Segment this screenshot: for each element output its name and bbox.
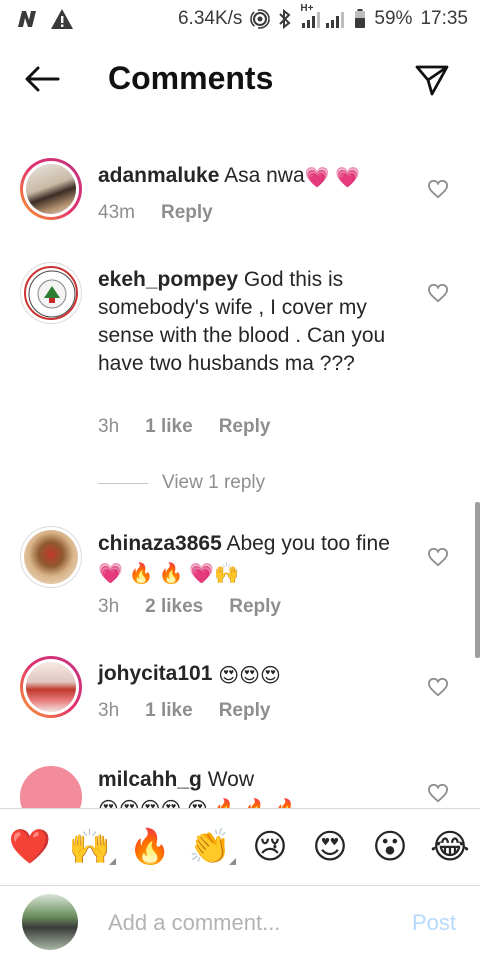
comment-username[interactable]: chinaza3865 — [98, 532, 222, 555]
emoji-surprised-button[interactable]: 😮 — [366, 827, 414, 867]
like-heart-icon[interactable] — [427, 547, 449, 567]
comment-username[interactable]: adanmaluke — [98, 164, 219, 187]
comment-text: milcahh_g Wow 😍😍😍😍 😍 🔥 🔥 🔥 — [98, 766, 408, 808]
comment-time: 3h — [98, 596, 120, 617]
warning-icon — [50, 8, 74, 30]
comment-emojis: 😍😍😍 — [218, 665, 281, 687]
avatar[interactable] — [20, 262, 82, 324]
n-notification-icon — [16, 9, 38, 29]
emoji-crying-button[interactable]: 😢 — [246, 827, 294, 867]
skin-tone-indicator — [109, 858, 116, 865]
comment-meta: 3h 2 likes Reply — [98, 596, 281, 618]
hotspot-icon — [250, 9, 271, 29]
like-count[interactable]: 1 like — [145, 700, 193, 722]
comment-meta: 3h 1 like Reply — [98, 700, 270, 722]
avatar[interactable] — [20, 526, 82, 588]
avatar[interactable] — [20, 158, 82, 220]
comment-input[interactable] — [108, 908, 388, 938]
reply-button[interactable]: Reply — [219, 416, 271, 438]
reply-button[interactable]: Reply — [161, 202, 213, 224]
paper-plane-icon — [415, 65, 449, 96]
comment-text: adanmaluke Asa nwa💗 💗 — [98, 162, 408, 190]
emoji-clap-glyph: 👏 — [188, 828, 232, 866]
emoji-clap-button[interactable]: 👏 — [186, 827, 236, 867]
battery-icon — [354, 9, 366, 29]
comment-username[interactable]: milcahh_g — [98, 768, 202, 791]
like-heart-icon[interactable] — [427, 283, 449, 303]
header: Comments — [0, 38, 480, 122]
comments-list[interactable]: adanmaluke Asa nwa💗 💗 43m Reply ekeh_pom… — [0, 122, 480, 808]
comment-emojis: 😍😍😍😍 😍 🔥 🔥 🔥 — [98, 800, 299, 808]
emoji-raised-hands-glyph: 🙌 — [68, 828, 112, 866]
emoji-raised-hands-button[interactable]: 🙌 — [66, 827, 116, 867]
emoji-quick-bar: ❤️ 🙌 🔥 👏 😢 😍 😮 😂 — [0, 808, 480, 886]
comment-emojis: 💗 🔥 🔥 💗🙌 — [98, 563, 240, 585]
avatar[interactable] — [20, 766, 82, 808]
divider — [98, 482, 148, 484]
comment-time: 3h — [98, 700, 120, 721]
comment-username[interactable]: johycita101 — [98, 662, 212, 685]
clock: 17:35 — [420, 8, 468, 29]
reply-button[interactable]: Reply — [219, 700, 271, 722]
back-button[interactable] — [22, 62, 62, 96]
comment-text: ekeh_pompey God this is somebody's wife … — [98, 266, 408, 378]
comment-message: Wow — [207, 768, 255, 791]
like-heart-icon[interactable] — [427, 677, 449, 697]
like-count[interactable]: 2 likes — [145, 596, 203, 618]
reply-button[interactable]: Reply — [229, 596, 281, 618]
share-button[interactable] — [412, 60, 452, 100]
skin-tone-indicator — [229, 858, 236, 865]
scrollbar[interactable] — [475, 502, 480, 658]
network-speed: 6.34K/s — [177, 8, 243, 29]
my-avatar[interactable] — [22, 894, 78, 950]
emoji-fire-button[interactable]: 🔥 — [126, 827, 174, 867]
avatar[interactable] — [20, 656, 82, 718]
comment-emojis: 💗 💗 — [304, 167, 360, 189]
comment-meta: 3h 1 like Reply — [98, 416, 270, 438]
emoji-laughing-button[interactable]: 😂 — [426, 827, 474, 867]
like-count[interactable]: 1 like — [145, 416, 193, 438]
status-bar: 6.34K/s H+ 59% 17:35 — [0, 0, 480, 38]
comment-message: Asa nwa — [224, 164, 305, 187]
comment-meta: 43m Reply — [98, 202, 213, 224]
bluetooth-icon — [278, 9, 292, 29]
comment-time: 43m — [98, 202, 135, 223]
like-heart-icon[interactable] — [427, 783, 449, 803]
emoji-heart-eyes-button[interactable]: 😍 — [306, 827, 354, 867]
seal-logo-icon — [28, 270, 76, 318]
comment-time: 3h — [98, 416, 120, 437]
back-arrow-icon — [25, 66, 60, 92]
view-replies-button[interactable]: View 1 reply — [98, 472, 265, 494]
emoji-heart-button[interactable]: ❤️ — [6, 827, 54, 867]
page-title: Comments — [108, 60, 274, 96]
network-type: H+ — [300, 3, 314, 14]
like-heart-icon[interactable] — [427, 179, 449, 199]
comment-message: Abeg you too fine — [226, 532, 390, 555]
comment-text: johycita101 😍😍😍 — [98, 660, 408, 688]
post-button[interactable]: Post — [412, 910, 456, 936]
battery-percent: 59% — [374, 8, 413, 29]
view-replies-label: View 1 reply — [162, 472, 266, 493]
comment-composer: Post — [0, 886, 480, 960]
signal-icon: H+ — [300, 3, 346, 29]
comment-text: chinaza3865 Abeg you too fine 💗 🔥 🔥 💗🙌 — [98, 530, 408, 586]
comment-username[interactable]: ekeh_pompey — [98, 268, 238, 291]
